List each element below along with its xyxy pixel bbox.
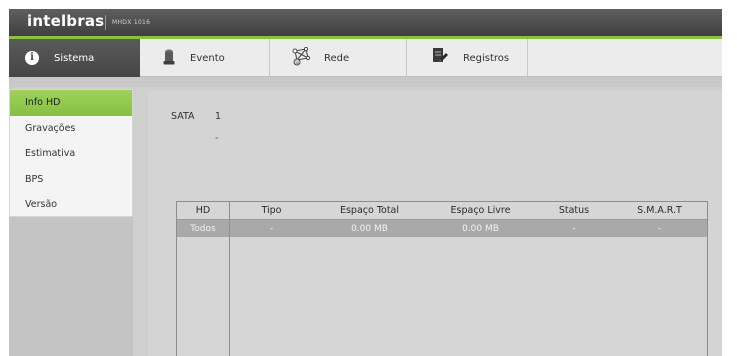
tab-label: Rede [324, 52, 350, 64]
sidebar-item-versao[interactable]: Versão [10, 192, 132, 218]
header-espaco-livre: Espaço Livre [450, 205, 511, 216]
sidebar: Info HD Gravações Estimativa BPS Versão [9, 89, 133, 217]
sata-label: SATA [171, 111, 195, 122]
table-header: HD Tipo Espaço Total Espaço Livre Status… [177, 202, 707, 220]
intelbras-logo: intelbras [27, 12, 105, 30]
content-panel: SATA 1 - HD Tipo Espaço Total Espaço Liv… [148, 91, 722, 356]
cell-espaco-livre: 0.00 MB [462, 223, 499, 234]
column-divider [229, 202, 230, 356]
cell-hd: Todos [190, 223, 216, 234]
sidebar-item-info-hd[interactable]: Info HD [10, 90, 132, 116]
svg-text:@: @ [295, 60, 300, 66]
cell-espaco-total: 0.00 MB [351, 223, 388, 234]
network-icon: @ [292, 46, 311, 70]
sidebar-background [9, 217, 133, 356]
siren-icon [163, 49, 175, 68]
cell-smart: - [657, 223, 662, 234]
tab-label: Registros [463, 52, 510, 64]
app-window: intelbras MHDX 1016 i Sistema Evento @ R… [9, 9, 722, 356]
main-tab-bar: i Sistema Evento @ Rede Registros [9, 39, 722, 77]
tab-registros[interactable]: Registros [407, 39, 527, 77]
tab-label: Evento [190, 52, 225, 64]
info-icon: i [25, 51, 39, 65]
cell-tipo: - [269, 223, 274, 234]
header-tipo: Tipo [261, 205, 282, 216]
sidebar-item-estimativa[interactable]: Estimativa [10, 141, 132, 167]
tab-sistema[interactable]: i Sistema [9, 39, 140, 77]
tab-rede[interactable]: @ Rede [270, 39, 406, 77]
header-status: Status [558, 205, 590, 216]
hd-table: HD Tipo Espaço Total Espaço Livre Status… [176, 201, 708, 356]
sata-value: - [215, 133, 219, 144]
cell-status: - [572, 223, 576, 234]
tab-divider [527, 39, 528, 77]
sidebar-item-bps[interactable]: BPS [10, 167, 132, 193]
header-espaco-total: Espaço Total [339, 205, 400, 216]
header-band [9, 77, 722, 87]
title-bar: intelbras MHDX 1016 [9, 9, 722, 36]
tab-evento[interactable]: Evento [140, 39, 269, 77]
table-row[interactable]: Todos - 0.00 MB 0.00 MB - - [177, 220, 707, 237]
device-model: MHDX 1016 [112, 19, 151, 26]
sata-number: 1 [215, 111, 222, 122]
header-smart: S.M.A.R.T [637, 205, 682, 216]
sidebar-item-gravacoes[interactable]: Gravações [10, 116, 132, 142]
log-pen-icon [431, 47, 449, 70]
logo-separator [105, 15, 106, 30]
tab-label: Sistema [54, 52, 95, 64]
header-hd: HD [195, 205, 211, 216]
